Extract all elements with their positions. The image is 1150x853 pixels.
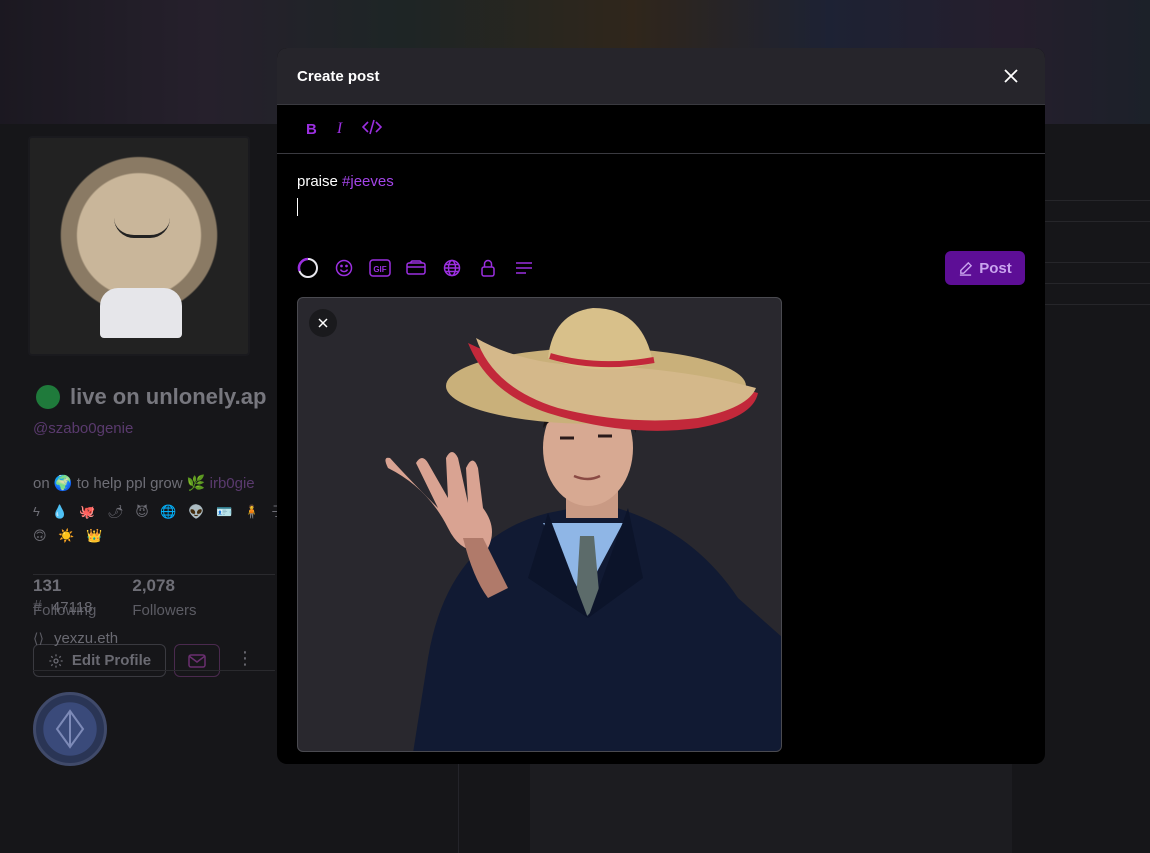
profile-name-text: live on unlonely.ap <box>70 384 267 409</box>
visibility-button[interactable] <box>441 257 463 279</box>
bio-emoji-line: 🙃 ☀️ 👑 <box>33 528 107 543</box>
code-icon <box>362 119 383 135</box>
followers-count: 2,078 <box>132 576 175 595</box>
editor-content[interactable]: praise #jeeves <box>297 173 1025 190</box>
image-attachment <box>297 297 782 752</box>
post-button[interactable]: Post <box>945 251 1025 285</box>
post-label: Post <box>979 259 1012 277</box>
avatar[interactable] <box>28 136 250 356</box>
formatting-toolbar: B I <box>277 105 1045 154</box>
message-button[interactable] <box>174 644 220 677</box>
modal-title: Create post <box>297 67 380 85</box>
media-button[interactable] <box>405 257 427 279</box>
bio-link[interactable]: irb0gie <box>210 475 255 492</box>
bio-emoji-line: ϟ 💧 🐙 🌶 😈 🌐 👽 🪪 🧍 子 💎 <box>33 504 317 519</box>
editor-hashtag[interactable]: #jeeves <box>342 173 394 190</box>
gif-icon: GIF <box>369 259 391 277</box>
close-icon <box>1004 69 1018 83</box>
pencil-icon <box>960 261 973 276</box>
lock-icon <box>481 259 495 277</box>
bold-button[interactable]: B <box>306 121 317 138</box>
create-post-modal: Create post B I praise #jeeves GIF Post <box>277 48 1045 764</box>
text-options-button[interactable] <box>513 257 535 279</box>
gif-label: GIF <box>373 265 386 274</box>
post-actions: GIF Post <box>297 251 1025 285</box>
ens-row[interactable]: ⟨⟩ yexzu.eth <box>33 630 118 647</box>
profile-id-row: # 47118 <box>33 598 93 616</box>
gear-icon <box>49 653 63 668</box>
modal-header: Create post <box>277 48 1045 105</box>
text-caret <box>297 198 298 216</box>
edit-profile-button[interactable]: Edit Profile <box>33 644 166 677</box>
ens-name: yexzu.eth <box>53 630 119 647</box>
more-options-icon[interactable]: ⋮ <box>236 648 254 669</box>
edit-profile-label: Edit Profile <box>71 652 152 669</box>
live-dot-icon <box>36 385 60 409</box>
followers-label: Followers <box>132 602 197 619</box>
profile-bio: on 🌍 to help ppl grow 🌿 irb0gie <box>33 474 255 492</box>
cassette-icon <box>406 260 426 275</box>
followers-stat[interactable]: 2,078 Followers <box>132 576 196 619</box>
ens-badge-icon[interactable] <box>33 692 107 766</box>
emoji-icon <box>335 259 353 277</box>
globe-icon <box>443 259 461 277</box>
profile-name: live on unlonely.ap <box>36 384 266 410</box>
divider <box>33 670 275 671</box>
feed-card <box>530 764 1012 853</box>
bio-text: on 🌍 to help ppl grow 🌿 <box>33 475 206 492</box>
ens-icon: ⟨⟩ <box>33 630 44 646</box>
avatar-shirt <box>100 288 182 338</box>
remove-attachment-button[interactable] <box>309 309 337 337</box>
following-count: 131 <box>33 576 62 595</box>
gate-button[interactable] <box>477 257 499 279</box>
post-tools: GIF <box>297 257 535 279</box>
lines-icon <box>516 262 532 274</box>
ethereum-icon <box>55 709 85 749</box>
close-button[interactable] <box>997 62 1025 90</box>
attached-photo <box>385 308 781 751</box>
profile-id: 47118 <box>51 598 93 616</box>
close-icon <box>318 318 328 328</box>
gif-button[interactable]: GIF <box>369 257 391 279</box>
post-editor[interactable]: praise #jeeves <box>277 154 1045 244</box>
divider <box>33 574 275 575</box>
editor-text: praise <box>297 173 343 190</box>
char-count-ring-icon <box>297 257 319 279</box>
italic-button[interactable]: I <box>337 120 342 138</box>
hash-icon: # <box>33 598 42 615</box>
code-button[interactable] <box>362 119 383 139</box>
avatar-face <box>114 218 170 238</box>
emoji-button[interactable] <box>333 257 355 279</box>
profile-handle[interactable]: @szabo0genie <box>33 420 133 437</box>
mail-icon <box>188 653 206 668</box>
